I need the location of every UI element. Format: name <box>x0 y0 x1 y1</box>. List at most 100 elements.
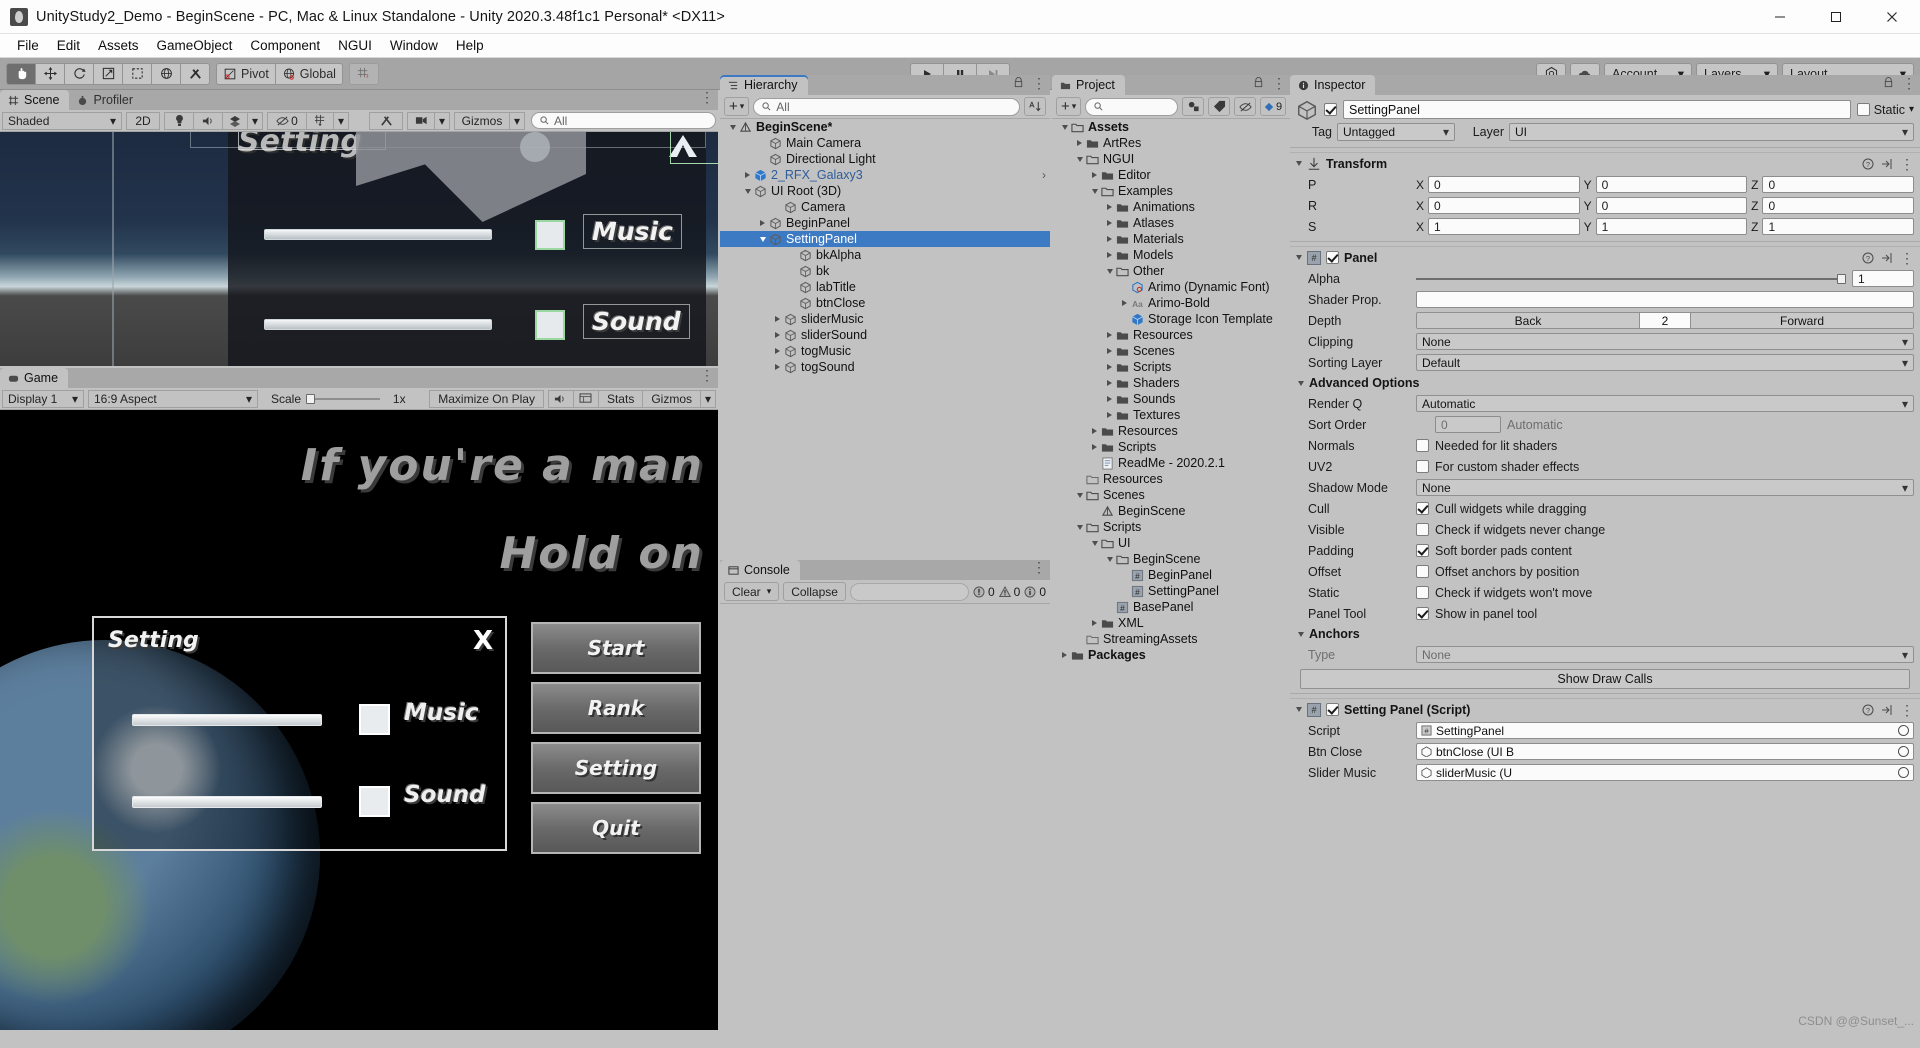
shader-input[interactable] <box>1416 291 1914 308</box>
project-item-row[interactable]: # SettingPanel <box>1052 583 1290 599</box>
hierarchy-item-row[interactable]: SettingPanel <box>720 231 1050 247</box>
prefab-open-icon[interactable]: › <box>1042 168 1046 182</box>
offset-checkbox[interactable] <box>1416 565 1429 578</box>
alphabetical-sort-icon[interactable] <box>1024 97 1046 116</box>
script-component-header[interactable]: # Setting Panel (Script) ? ⋮ <box>1290 698 1920 720</box>
project-item-row[interactable]: Scenes <box>1052 487 1290 503</box>
show-draw-calls-button[interactable]: Show Draw Calls <box>1300 669 1910 689</box>
panel-menu-icon[interactable]: ⋮ <box>1900 251 1914 265</box>
aspect-dropdown[interactable]: 16:9 Aspect ▾ <box>88 389 258 408</box>
hierarchy-search-input[interactable]: All <box>753 97 1020 116</box>
script-object-field[interactable]: # SettingPanel <box>1416 722 1914 739</box>
twisty-icon[interactable] <box>1103 364 1116 370</box>
project-item-row[interactable]: UI <box>1052 535 1290 551</box>
transform-component-header[interactable]: Transform ? ⋮ <box>1290 152 1920 174</box>
twisty-icon[interactable] <box>1088 444 1101 450</box>
tab-inspector[interactable]: Inspector <box>1290 75 1376 95</box>
object-name-input[interactable]: SettingPanel <box>1343 100 1851 119</box>
depth-forward-button[interactable]: Forward <box>1690 312 1914 329</box>
scene-lighting-toggle[interactable] <box>164 111 194 130</box>
twisty-icon[interactable] <box>756 220 769 226</box>
project-item-row[interactable]: Storage Icon Template <box>1052 311 1290 327</box>
project-item-row[interactable]: ArtRes <box>1052 135 1290 151</box>
help-icon[interactable]: ? <box>1862 252 1874 264</box>
project-tree[interactable]: Assets ArtRes NGUI Editor Examples Animations… <box>1052 119 1290 1026</box>
project-item-row[interactable]: Materials <box>1052 231 1290 247</box>
slider-music-object-field[interactable]: sliderMusic (U <box>1416 764 1914 781</box>
scene-fx-toggle[interactable] <box>222 111 248 130</box>
console-collapse-button[interactable]: Collapse <box>783 582 846 601</box>
menu-assets[interactable]: Assets <box>89 36 148 55</box>
advanced-options-foldout[interactable]: Advanced Options <box>1290 373 1920 393</box>
panel-tool-checkbox[interactable] <box>1416 607 1429 620</box>
inspector-menu-icon[interactable]: ⋮ <box>1902 76 1916 90</box>
sort-order-input[interactable]: 0 <box>1435 416 1501 433</box>
2d-toggle-button[interactable]: 2D <box>126 111 160 130</box>
scale-slider[interactable] <box>306 390 381 407</box>
chevron-down-icon[interactable] <box>1298 631 1304 637</box>
position-z-input[interactable]: 0 <box>1762 176 1915 193</box>
mute-audio-button[interactable] <box>547 389 574 408</box>
menu-file[interactable]: File <box>8 36 48 55</box>
shading-mode-dropdown[interactable]: Shaded ▾ <box>2 111 122 130</box>
hierarchy-item-row[interactable]: togSound <box>720 359 1050 375</box>
project-item-row[interactable]: Other <box>1052 263 1290 279</box>
project-search-input[interactable] <box>1085 97 1178 116</box>
hierarchy-item-row[interactable]: Main Camera <box>720 135 1050 151</box>
project-item-row[interactable]: NGUI <box>1052 151 1290 167</box>
add-gameobject-button[interactable]: + ▾ <box>724 97 750 116</box>
hierarchy-tree[interactable]: BeginScene* Main Camera Directional Light 2… <box>720 119 1050 556</box>
alpha-slider[interactable] <box>1416 270 1846 287</box>
anchor-type-dropdown[interactable]: None ▾ <box>1416 646 1914 663</box>
menu-component[interactable]: Component <box>241 36 329 55</box>
panel-enabled-checkbox[interactable] <box>1326 251 1339 264</box>
project-item-row[interactable]: Aa Arimo-Bold <box>1052 295 1290 311</box>
help-icon[interactable]: ? <box>1862 704 1874 716</box>
game-slider-sound[interactable] <box>132 796 322 808</box>
favorite-icon[interactable] <box>1182 97 1204 116</box>
twisty-icon[interactable] <box>771 332 784 338</box>
stats-button[interactable]: Stats <box>597 389 644 408</box>
twisty-icon[interactable] <box>1103 220 1116 226</box>
rotation-z-input[interactable]: 0 <box>1762 197 1915 214</box>
render-q-dropdown[interactable]: Automatic ▾ <box>1416 395 1914 412</box>
project-badge[interactable]: 9 <box>1260 97 1286 116</box>
scene-audio-toggle[interactable] <box>193 111 223 130</box>
hierarchy-item-row[interactable]: sliderMusic <box>720 311 1050 327</box>
project-item-row[interactable]: Resources <box>1052 327 1290 343</box>
static-toggle[interactable]: Static ▾ <box>1856 103 1914 117</box>
game-button-setting[interactable]: Setting <box>531 742 701 794</box>
game-button-quit[interactable]: Quit <box>531 802 701 854</box>
static-checkbox[interactable] <box>1856 103 1870 116</box>
hierarchy-item-row[interactable]: bk <box>720 263 1050 279</box>
help-icon[interactable]: ? <box>1862 158 1874 170</box>
twisty-icon[interactable] <box>1088 620 1101 626</box>
hierarchy-item-row[interactable]: UI Root (3D) <box>720 183 1050 199</box>
twisty-icon[interactable] <box>1103 252 1116 258</box>
project-item-row[interactable]: ReadMe - 2020.2.1 <box>1052 455 1290 471</box>
project-item-row[interactable]: Animations <box>1052 199 1290 215</box>
chevron-down-icon[interactable] <box>1296 161 1302 166</box>
sorting-dropdown[interactable]: Default ▾ <box>1416 354 1914 371</box>
hierarchy-item-row[interactable]: sliderSound <box>720 327 1050 343</box>
maximize-on-play-button[interactable]: Maximize On Play <box>429 389 544 408</box>
gizmos-dropdown[interactable]: ▾ <box>509 111 525 130</box>
project-item-row[interactable]: Shaders <box>1052 375 1290 391</box>
twisty-icon[interactable] <box>1103 268 1116 274</box>
menu-edit[interactable]: Edit <box>48 36 89 55</box>
menu-help[interactable]: Help <box>447 36 493 55</box>
panel-component-header[interactable]: # Panel ? ⋮ <box>1290 246 1920 268</box>
game-button-rank[interactable]: Rank <box>531 682 701 734</box>
custom-tool-button[interactable] <box>180 62 210 85</box>
rotation-x-input[interactable]: 0 <box>1428 197 1580 214</box>
scene-toggle-sound[interactable] <box>535 310 565 340</box>
menu-ngui[interactable]: NGUI <box>329 36 381 55</box>
hidden-icon[interactable] <box>1234 97 1256 116</box>
twisty-icon[interactable] <box>1088 172 1101 178</box>
position-x-input[interactable]: 0 <box>1428 176 1580 193</box>
twisty-icon[interactable] <box>1088 540 1101 546</box>
scene-tools-button[interactable] <box>369 111 403 130</box>
alpha-input[interactable]: 1 <box>1852 270 1914 287</box>
shadow-mode-dropdown[interactable]: None ▾ <box>1416 479 1914 496</box>
project-item-row[interactable]: Editor <box>1052 167 1290 183</box>
